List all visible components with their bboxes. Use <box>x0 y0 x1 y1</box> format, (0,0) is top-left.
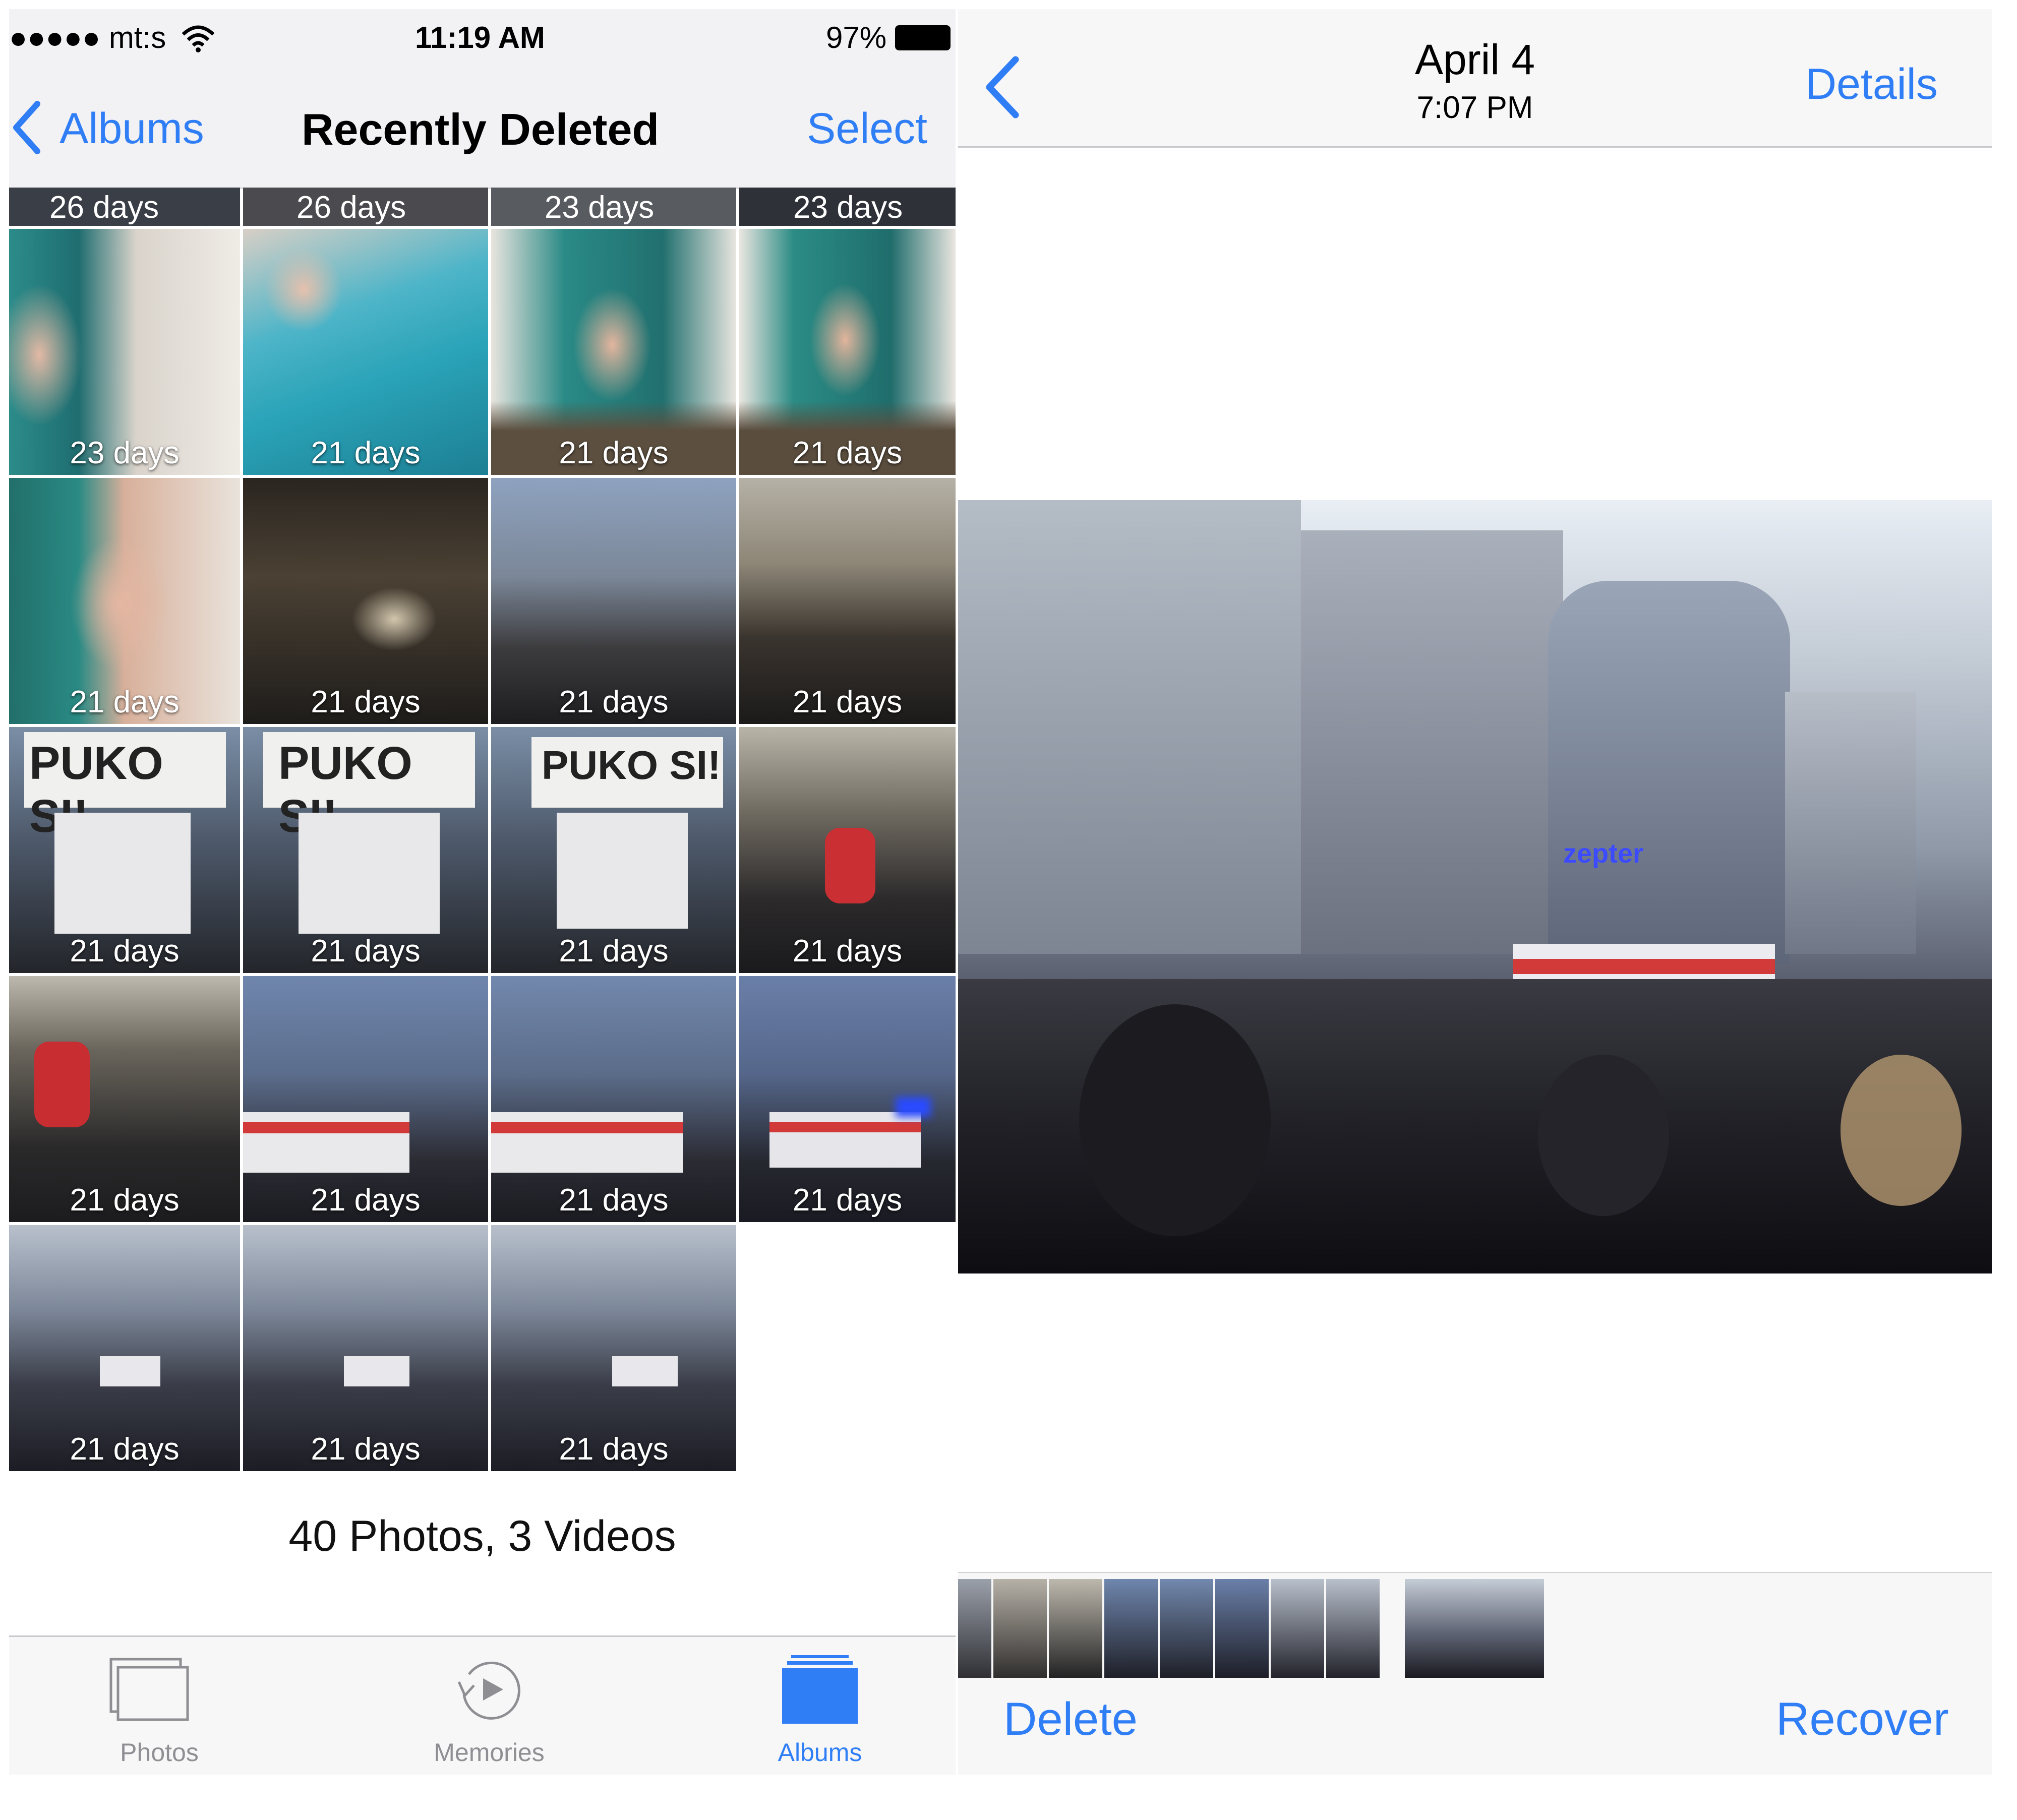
recently-deleted-screen: ●●●●● mt:s 11:19 AM 97% Albums Recently … <box>9 9 956 1775</box>
thumbnail-selfie[interactable]: 21 days <box>243 229 488 475</box>
tab-photos[interactable]: Photos <box>58 1637 260 1775</box>
delete-button[interactable]: Delete <box>1003 1693 1138 1746</box>
albums-icon <box>782 1655 858 1724</box>
thumbnail-ambulance[interactable]: 21 days <box>243 976 488 1222</box>
thumbnail-filmstrip[interactable] <box>958 1572 1992 1682</box>
days-remaining-label: 23 days <box>545 190 655 225</box>
thumbnail-crowd[interactable]: 21 days <box>491 478 736 724</box>
chevron-left-icon[interactable] <box>11 100 41 155</box>
days-remaining-label: 21 days <box>559 436 669 470</box>
thumbnail-street-crowd[interactable]: 21 days <box>9 1225 240 1471</box>
days-remaining-label: 23 days <box>793 190 903 225</box>
filmstrip-thumbnail[interactable] <box>1215 1579 1269 1682</box>
filmstrip-thumbnail[interactable] <box>1271 1579 1324 1682</box>
days-remaining-label: 26 days <box>296 190 406 225</box>
photos-icon <box>109 1658 189 1721</box>
thumbnail-protest-sign[interactable]: PUKO SI! 21 days <box>491 727 736 973</box>
details-button[interactable]: Details <box>1805 59 1938 109</box>
tab-bar: Photos Memories Albums <box>9 1635 956 1775</box>
thumbnail-selfie[interactable]: 21 days <box>739 229 956 475</box>
filmstrip-thumbnail[interactable] <box>993 1579 1047 1682</box>
days-remaining-label: 21 days <box>792 934 903 968</box>
thumbnail-selfie[interactable]: 21 days <box>9 478 240 724</box>
status-bar: ●●●●● mt:s 11:19 AM 97% <box>9 9 956 69</box>
thumbnail-ambulance[interactable]: 21 days <box>491 976 736 1222</box>
thumbnail-crowd[interactable]: 21 days <box>739 478 956 724</box>
thumbnail-selfie[interactable]: 21 days <box>491 229 736 475</box>
days-remaining-label: 21 days <box>792 685 903 719</box>
days-remaining-label: 21 days <box>311 685 421 719</box>
bottom-toolbar: Delete Recover <box>958 1678 1992 1775</box>
days-remaining-label: 21 days <box>792 436 903 470</box>
thumbnail-selfie[interactable]: 23 days <box>9 229 240 475</box>
days-remaining-label: 21 days <box>559 1183 669 1218</box>
battery-percent: 97% <box>826 21 887 54</box>
partial-thumbnail-row: 26 days 26 days 23 days 23 days <box>9 188 956 226</box>
thumbnail-protest-sign[interactable]: PUKO SI! 21 days <box>243 727 488 973</box>
thumbnail-street-crowd[interactable]: 21 days <box>491 1225 736 1471</box>
days-remaining-label: 26 days <box>49 190 159 225</box>
days-remaining-label: 21 days <box>559 934 669 968</box>
filmstrip-thumbnail[interactable] <box>958 1579 991 1682</box>
days-remaining-label: 21 days <box>792 1183 903 1218</box>
select-button[interactable]: Select <box>807 104 927 154</box>
days-remaining-label: 21 days <box>559 685 669 719</box>
photo-detail-screen: April 4 7:07 PM Details zepter Delete Re… <box>958 9 1992 1775</box>
tab-label: Albums <box>778 1738 862 1767</box>
days-remaining-label: 21 days <box>311 1432 421 1467</box>
filmstrip-thumbnail[interactable] <box>1326 1579 1380 1682</box>
tab-label: Memories <box>434 1738 545 1767</box>
clock: 11:19 AM <box>415 21 545 54</box>
memories-icon <box>457 1661 520 1720</box>
battery-icon <box>895 25 951 50</box>
filmstrip-thumbnail[interactable] <box>1160 1579 1213 1682</box>
days-remaining-label: 23 days <box>70 436 180 470</box>
tab-albums[interactable]: Albums <box>719 1637 921 1775</box>
sign-text: PUKO SI! <box>542 743 721 787</box>
filmstrip-thumbnail[interactable] <box>1104 1579 1158 1682</box>
days-remaining-label: 21 days <box>70 934 180 968</box>
days-remaining-label: 21 days <box>559 1432 669 1467</box>
navigation-bar: Albums Recently Deleted Select <box>9 69 956 189</box>
tab-memories[interactable]: Memories <box>388 1637 590 1775</box>
item-count-label: 40 Photos, 3 Videos <box>288 1512 676 1560</box>
days-remaining-label: 21 days <box>311 1183 421 1218</box>
navigation-bar: April 4 7:07 PM Details <box>958 9 1992 148</box>
filmstrip-thumbnail[interactable] <box>1049 1579 1102 1682</box>
recover-button[interactable]: Recover <box>1776 1693 1949 1746</box>
carrier-label: ●●●●● mt:s <box>9 21 166 54</box>
albums-back-button[interactable]: Albums <box>60 104 204 154</box>
days-remaining-label: 21 days <box>311 934 421 968</box>
days-remaining-label: 21 days <box>311 436 421 470</box>
thumbnail-ambulance[interactable]: 21 days <box>739 976 956 1222</box>
days-remaining-label: 21 days <box>70 1432 180 1467</box>
days-remaining-label: 21 days <box>70 1183 180 1218</box>
tab-label: Photos <box>120 1738 199 1767</box>
zepter-sign: zepter <box>1563 838 1644 869</box>
thumbnail-drummers[interactable]: 21 days <box>9 976 240 1222</box>
thumbnail-night-bus[interactable]: 21 days <box>243 478 488 724</box>
thumbnail-drummers[interactable]: 21 days <box>739 727 956 973</box>
wifi-icon <box>182 25 215 52</box>
filmstrip-current-thumbnail[interactable] <box>1405 1579 1544 1682</box>
thumbnail-protest-sign[interactable]: PUKO SI! 21 days <box>9 727 240 973</box>
thumbnail-street-crowd[interactable]: 21 days <box>243 1225 488 1471</box>
page-title: Recently Deleted <box>302 104 660 154</box>
main-photo[interactable]: zepter <box>958 500 1992 1273</box>
days-remaining-label: 21 days <box>70 685 180 719</box>
